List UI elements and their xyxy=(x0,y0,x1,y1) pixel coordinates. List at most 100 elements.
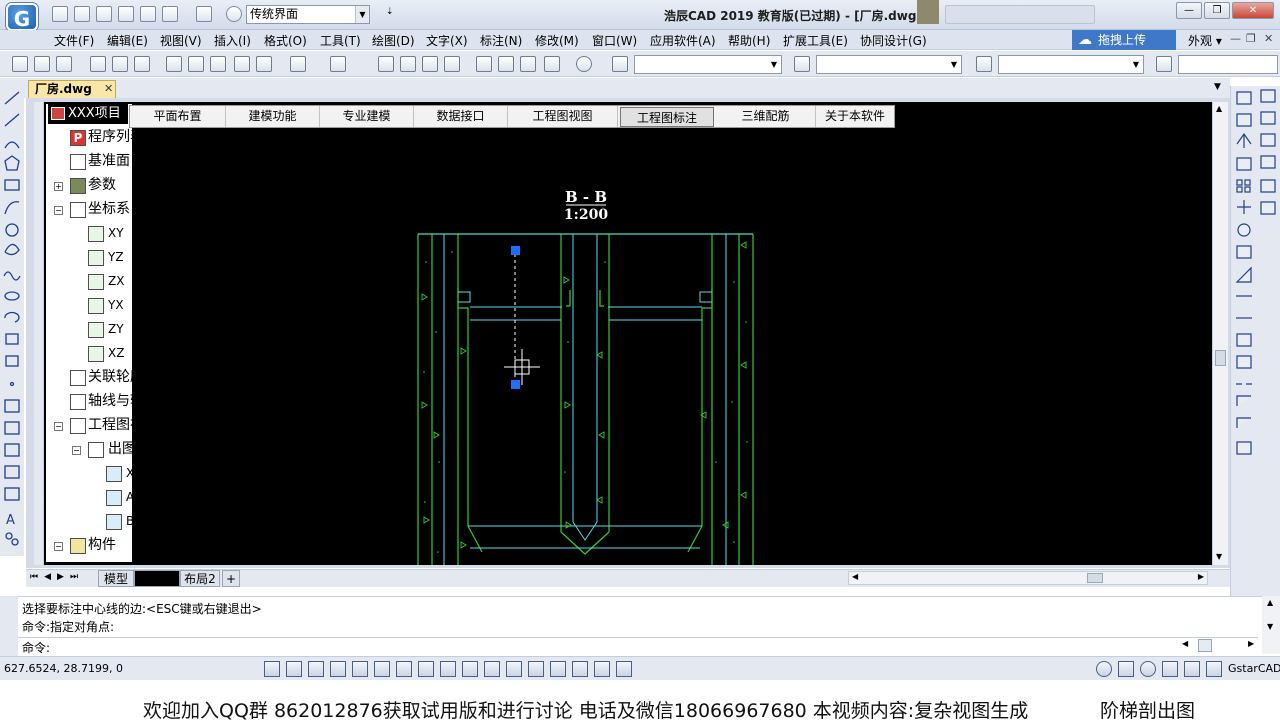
menu-file[interactable]: 文件(F) xyxy=(54,32,94,49)
osnap-toggle-icon[interactable] xyxy=(352,661,368,677)
app-logo-icon[interactable]: G xyxy=(6,3,38,31)
lock-icon[interactable] xyxy=(1118,661,1134,677)
help-icon[interactable] xyxy=(576,56,592,72)
menu-dimension[interactable]: 标注(N) xyxy=(480,32,522,49)
text-style-icon[interactable] xyxy=(612,56,628,72)
redo-icon[interactable] xyxy=(330,56,346,72)
gear-icon[interactable] xyxy=(1096,661,1112,677)
status-check-icon[interactable] xyxy=(1206,661,1222,677)
menu-apps[interactable]: 应用软件(A) xyxy=(650,32,716,49)
customize-qa-icon[interactable]: ⇣ xyxy=(386,7,394,17)
zoom-realtime-icon[interactable] xyxy=(400,56,416,72)
polar-toggle-icon[interactable] xyxy=(330,661,346,677)
file-tab[interactable]: 厂房.dwg xyxy=(28,80,116,98)
tab-plan-layout[interactable]: 平面布置 xyxy=(130,106,226,127)
tree-item-zy[interactable]: ZY xyxy=(108,320,124,338)
print-icon[interactable] xyxy=(90,56,106,72)
tab-layout2[interactable]: 布局2 xyxy=(180,570,220,587)
ducs-toggle-icon[interactable] xyxy=(396,661,412,677)
tree-item-view-aa[interactable]: A — A_剖视_1:200 xyxy=(126,488,233,506)
mdi-restore-button[interactable]: ❐ xyxy=(1246,32,1256,45)
tab-model[interactable]: 模型 xyxy=(98,570,134,587)
pan-icon[interactable] xyxy=(378,56,394,72)
plot-icon[interactable] xyxy=(134,56,150,72)
command-input[interactable]: 命令: ◀ ▶ xyxy=(18,637,1258,655)
menu-edit[interactable]: 编辑(E) xyxy=(107,32,148,49)
mdi-close-button[interactable]: ✕ xyxy=(1264,32,1273,45)
mdi-minimize-button[interactable]: — xyxy=(1230,32,1241,45)
title-search-field[interactable] xyxy=(945,5,1095,24)
tree-item-program-list[interactable]: 程序列表 xyxy=(88,128,144,146)
chevron-down-icon[interactable]: ▼ xyxy=(767,56,781,73)
copy-icon[interactable] xyxy=(188,56,204,72)
tree-item-xy[interactable]: XY xyxy=(108,224,124,242)
restore-button[interactable]: ❐ xyxy=(1204,2,1230,19)
grid-toggle-icon[interactable] xyxy=(286,661,302,677)
scroll-left-icon[interactable]: ◀ xyxy=(1182,639,1188,648)
tab-about[interactable]: 关于本软件 xyxy=(816,106,894,127)
transparency-toggle-icon[interactable] xyxy=(462,661,478,677)
paste-icon[interactable] xyxy=(210,56,226,72)
grip-bottom[interactable] xyxy=(511,380,520,389)
command-scrollbar[interactable]: ▲ ▼ xyxy=(1262,596,1280,654)
preview-icon[interactable] xyxy=(112,56,128,72)
scroll-up-icon[interactable]: ▲ xyxy=(1267,598,1273,607)
scroll-up-icon[interactable]: ▲ xyxy=(1216,104,1222,113)
tree-item-datum-plane[interactable]: 基准面 xyxy=(88,152,130,170)
appearance-menu[interactable]: 外观 ▾ xyxy=(1188,32,1222,49)
calculator-icon[interactable] xyxy=(544,56,560,72)
viewport-icon[interactable] xyxy=(528,661,544,677)
hardware-accel-icon[interactable] xyxy=(1162,661,1178,677)
tree-item-view-bb[interactable]: B — B_剖视_1:200 xyxy=(126,512,233,530)
tool-palette-icon[interactable] xyxy=(520,56,536,72)
command-scroll-thumb[interactable] xyxy=(1198,639,1212,652)
dim-style-icon[interactable] xyxy=(794,56,810,72)
horizontal-scrollbar[interactable]: ◀ ▶ xyxy=(848,571,1208,585)
dim-style-select[interactable]: ▼ xyxy=(816,55,962,74)
zoom-previous-icon[interactable] xyxy=(444,56,460,72)
workspace-icon[interactable] xyxy=(226,6,242,22)
tab-3d-rebar[interactable]: 三维配筋 xyxy=(716,106,816,127)
expand-icon[interactable]: + xyxy=(54,182,63,191)
ortho-toggle-icon[interactable] xyxy=(308,661,324,677)
tree-item-view-set[interactable]: 出图视图集 xyxy=(108,440,178,458)
scroll-right-icon[interactable]: ▶ xyxy=(1198,572,1204,581)
clean-screen-icon[interactable] xyxy=(1184,661,1200,677)
block-edit-icon[interactable] xyxy=(256,56,272,72)
scroll-down-icon[interactable]: ▼ xyxy=(1216,552,1222,561)
dyn-toggle-icon[interactable] xyxy=(418,661,434,677)
tab-data-interface[interactable]: 数据接口 xyxy=(414,106,508,127)
close-icon[interactable]: ✕ xyxy=(104,82,113,95)
otrack-toggle-icon[interactable] xyxy=(374,661,390,677)
add-layout-button[interactable]: + xyxy=(222,570,240,587)
tree-item-yz[interactable]: YZ xyxy=(108,248,124,266)
tree-item-axis-contour-group[interactable]: 轴线与轮廓线组 xyxy=(88,392,186,410)
draw-toolbar-icons[interactable]: A xyxy=(0,86,24,556)
snap-toggle-icon[interactable] xyxy=(264,661,280,677)
lineweight-toggle-icon[interactable] xyxy=(440,661,456,677)
menu-window[interactable]: 窗口(W) xyxy=(592,32,637,49)
workspace-switch-icon[interactable] xyxy=(594,661,610,677)
new-file-icon[interactable] xyxy=(52,6,68,22)
menu-tools[interactable]: 工具(T) xyxy=(320,32,361,49)
tree-item-zx[interactable]: ZX xyxy=(108,272,124,290)
annotation-scale-icon[interactable] xyxy=(550,661,566,677)
save-as-icon[interactable] xyxy=(118,6,134,22)
redo-icon[interactable] xyxy=(196,6,212,22)
menu-ext-tools[interactable]: 扩展工具(E) xyxy=(783,32,848,49)
tree-item-yx[interactable]: YX xyxy=(108,296,124,314)
grip-top[interactable] xyxy=(511,246,520,255)
scroll-down-icon[interactable]: ▼ xyxy=(1267,622,1273,631)
command-window-handle[interactable] xyxy=(0,596,18,656)
save-icon[interactable] xyxy=(96,6,112,22)
table-style-select[interactable]: ▼ xyxy=(998,55,1144,74)
vertical-scrollbar[interactable]: ▲ ▼ xyxy=(1212,102,1228,565)
chevron-down-icon[interactable]: ▼ xyxy=(1214,82,1221,92)
collapse-icon[interactable]: − xyxy=(54,206,63,215)
menu-draw[interactable]: 绘图(D) xyxy=(372,32,415,49)
annotation-monitor-icon[interactable] xyxy=(506,661,522,677)
menu-insert[interactable]: 插入(I) xyxy=(214,32,251,49)
menu-modify[interactable]: 修改(M) xyxy=(535,32,579,49)
tab-modeling[interactable]: 建模功能 xyxy=(226,106,320,127)
design-center-icon[interactable] xyxy=(498,56,514,72)
